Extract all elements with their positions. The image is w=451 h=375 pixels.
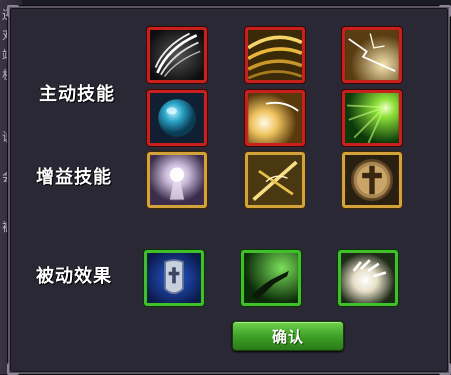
panel-corner-ornament xyxy=(7,5,19,17)
active-skills-label: 主动技能 xyxy=(39,84,115,105)
white-slash-art xyxy=(150,30,204,80)
shield-cross-passive-icon[interactable] xyxy=(144,250,204,306)
holy-aura-art xyxy=(150,155,204,205)
golden-cross-blade-skill-icon[interactable] xyxy=(245,152,305,208)
panel-corner-ornament xyxy=(439,5,451,17)
green-radiance-skill-icon[interactable] xyxy=(342,90,402,146)
shield-cross-art xyxy=(147,253,201,303)
holy-aura-skill-icon[interactable] xyxy=(147,152,207,208)
panel-corner-ornament xyxy=(7,363,19,375)
blue-orb-art xyxy=(150,93,204,143)
holy-cross-skill-icon[interactable] xyxy=(342,152,402,208)
golden-cross-blade-art xyxy=(248,155,302,205)
white-slash-skill-icon[interactable] xyxy=(147,27,207,83)
buff-skills-label: 增益技能 xyxy=(36,167,112,188)
green-hand-passive-icon[interactable] xyxy=(241,250,301,306)
light-burst-art xyxy=(248,93,302,143)
lightning-strike-skill-icon[interactable] xyxy=(342,27,402,83)
confirm-button[interactable]: 确认 xyxy=(232,321,344,351)
light-hand-art xyxy=(341,253,395,303)
golden-wave-art xyxy=(248,30,302,80)
light-burst-skill-icon[interactable] xyxy=(245,90,305,146)
green-hand-art xyxy=(244,253,298,303)
blue-orb-skill-icon[interactable] xyxy=(147,90,207,146)
holy-cross-art xyxy=(345,155,399,205)
passive-effects-label: 被动效果 xyxy=(36,266,112,287)
lightning-strike-art xyxy=(345,30,399,80)
green-radiance-art xyxy=(345,93,399,143)
panel-corner-ornament xyxy=(439,363,451,375)
golden-wave-skill-icon[interactable] xyxy=(245,27,305,83)
light-hand-passive-icon[interactable] xyxy=(338,250,398,306)
